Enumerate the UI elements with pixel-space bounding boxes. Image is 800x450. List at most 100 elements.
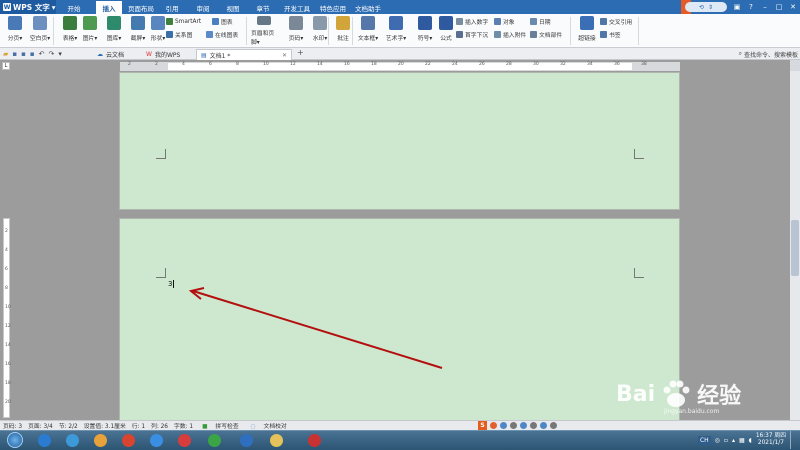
show-desktop-button[interactable] — [790, 431, 796, 449]
start-button[interactable] — [1, 430, 29, 450]
status-page-number[interactable]: 页码: 3 — [0, 421, 25, 430]
hyperlink-button[interactable]: 超链接 — [574, 16, 600, 46]
bookmark-button[interactable]: 书签 — [600, 30, 621, 39]
clock-date: 2021/1/7 — [757, 440, 784, 446]
command-search[interactable]: ⌕ 查找命令、搜索模板 — [739, 49, 798, 59]
save-icon[interactable]: ▪ — [12, 50, 17, 58]
tray-chevron-icon[interactable]: ▴ — [732, 437, 735, 444]
menu-tab[interactable]: 引用 — [160, 1, 184, 14]
menu-tab[interactable]: 文档助手 — [353, 1, 383, 14]
menu-tab[interactable]: 特色应用 — [316, 1, 350, 14]
status-bar: 页码: 3 页面: 3/4 节: 2/2 设置值: 3.1厘米 行: 1 列: … — [0, 420, 800, 430]
tray-app-icon[interactable]: ▫ — [724, 437, 728, 444]
status-section[interactable]: 节: 2/2 — [56, 421, 81, 430]
online-chart-button[interactable]: 在线图表 — [206, 30, 238, 39]
menu-tab[interactable]: 开发工具 — [282, 1, 312, 14]
close-tab-icon[interactable]: ✕ — [282, 52, 287, 59]
menu-tab[interactable]: 审阅 — [190, 1, 216, 14]
textbox-button[interactable]: 文本框▾ — [355, 16, 381, 46]
ie-taskbar-button[interactable] — [30, 431, 58, 449]
menu-tab[interactable]: 章节 — [251, 1, 275, 14]
minimize-icon[interactable]: – — [758, 0, 772, 14]
paint-taskbar-button[interactable] — [86, 431, 114, 449]
menu-tab[interactable]: 页面布局 — [124, 1, 158, 14]
help-icon[interactable]: ? — [744, 0, 758, 14]
picture-button[interactable]: 图片▾ — [77, 16, 103, 46]
redo-icon[interactable]: ↷ — [49, 50, 55, 58]
skin-settings-icon[interactable]: ▣ — [730, 0, 744, 14]
status-setting-value[interactable]: 设置值: 3.1厘米 — [81, 421, 129, 430]
chevron-down-icon[interactable]: ▾ — [58, 50, 62, 58]
maximize-icon[interactable]: □ — [772, 0, 786, 14]
ime-shirt-icon[interactable] — [540, 421, 547, 429]
ruler-toggle-icon[interactable]: L — [2, 62, 10, 70]
help-circle-icon[interactable]: ◎ — [715, 437, 720, 444]
vertical-ruler[interactable]: 2 4 6 8 10 12 14 16 18 20 — [3, 218, 11, 418]
doc-parts-button[interactable]: 文档部件 — [530, 30, 562, 39]
smartart-button[interactable]: SmartArt — [166, 17, 201, 26]
doc-tab[interactable]: ☁ 云文档 — [93, 49, 139, 60]
page-2[interactable] — [119, 72, 680, 210]
app-menu-button[interactable]: W WPS 文字 ▾ — [0, 0, 56, 14]
preview-icon[interactable]: ▪ — [30, 50, 35, 58]
spell-check-status[interactable]: ■ 拼写检查 — [196, 421, 245, 430]
status-word-count[interactable]: 字数: 1 — [171, 421, 196, 430]
chart-button[interactable]: 图表 — [212, 17, 233, 26]
folder-icon[interactable]: ▰ — [3, 50, 8, 58]
undo-icon[interactable]: ↶ — [39, 50, 45, 58]
shape-button[interactable]: 形状▾ — [145, 16, 171, 46]
wps-writer-taskbar-button[interactable] — [232, 431, 260, 449]
scrollbar-thumb[interactable] — [791, 220, 799, 276]
ime-keyboard-icon[interactable] — [530, 421, 537, 429]
network-icon[interactable]: ▦ — [739, 437, 745, 444]
object-button[interactable]: 对象 — [494, 17, 515, 26]
ime-punct-icon[interactable] — [500, 421, 507, 429]
volume-icon[interactable]: ◖ — [749, 437, 752, 444]
scrollbar-top-button[interactable] — [790, 60, 800, 71]
antivirus-taskbar-button[interactable] — [300, 431, 328, 449]
print-icon[interactable]: ▪ — [21, 50, 26, 58]
vruler-tick-label: 12 — [5, 324, 11, 329]
attachment-button[interactable]: 插入附件 — [494, 30, 526, 39]
baidu-netdisk-taskbar-button[interactable] — [142, 431, 170, 449]
explorer-taskbar-button[interactable] — [262, 431, 290, 449]
comment-button[interactable]: 批注 — [330, 16, 356, 46]
wordart-button[interactable]: 艺术字▾ — [383, 16, 409, 46]
ime-mic-icon[interactable] — [520, 421, 527, 429]
status-pages[interactable]: 页面: 3/4 — [25, 421, 56, 430]
menu-tab[interactable]: 插入 — [96, 1, 122, 14]
date-label: 日期 — [539, 20, 551, 26]
search-taskbar-button[interactable] — [58, 431, 86, 449]
ribbon-button-label: 页码▾ — [288, 36, 304, 42]
horizontal-ruler[interactable]: 2 2 4 6 8 10 12 14 16 18 20 22 24 26 28 30 32 34 36 38 — [120, 62, 680, 71]
close-icon[interactable]: ✕ — [786, 0, 800, 14]
doc-tab[interactable]: W 我的WPS — [142, 49, 192, 60]
doc-tab[interactable]: ▤ 文档1 * ✕ — [196, 49, 292, 60]
ime-cn-icon[interactable] — [490, 421, 497, 429]
dropcap-button[interactable]: 首字下沉 — [456, 30, 488, 39]
page-break-button[interactable]: 分页▾ — [2, 16, 28, 46]
new-tab-plus-icon[interactable]: + — [297, 48, 304, 57]
language-indicator[interactable]: CH — [697, 435, 711, 445]
ime-toolbar[interactable]: S — [478, 420, 557, 430]
formula-button[interactable]: 公式 — [433, 16, 459, 46]
qihoo-taskbar-button[interactable] — [200, 431, 228, 449]
gallery-button[interactable]: 图库▾ — [101, 16, 127, 46]
doc-check-status[interactable]: ◌ 文档校对 — [245, 421, 293, 430]
header-footer-button[interactable]: 页眉和页脚▾ — [251, 16, 277, 46]
menu-tab[interactable]: 视图 — [221, 1, 245, 14]
date-button[interactable]: 日期 — [530, 17, 551, 26]
wps-pdf-taskbar-button[interactable] — [170, 431, 198, 449]
chrome-taskbar-button[interactable] — [114, 431, 142, 449]
insert-number-button[interactable]: 插入数字 — [456, 17, 488, 26]
clock[interactable]: 16:37 周四 2021/1/7 — [756, 433, 786, 447]
blank-page-button[interactable]: 空白页▾ — [27, 16, 53, 46]
sogou-ime-icon[interactable]: S — [478, 420, 487, 430]
sync-pill[interactable]: ⟲ ⇕ — [685, 2, 727, 12]
ime-emoji-icon[interactable] — [510, 421, 517, 429]
cross-ref-button[interactable]: 交叉引用 — [600, 17, 632, 26]
page-number-button[interactable]: 页码▾ — [283, 16, 309, 46]
ime-grid-icon[interactable] — [550, 421, 557, 429]
menu-tab[interactable]: 开始 — [63, 1, 85, 14]
page-3[interactable]: 3 — [119, 218, 680, 420]
